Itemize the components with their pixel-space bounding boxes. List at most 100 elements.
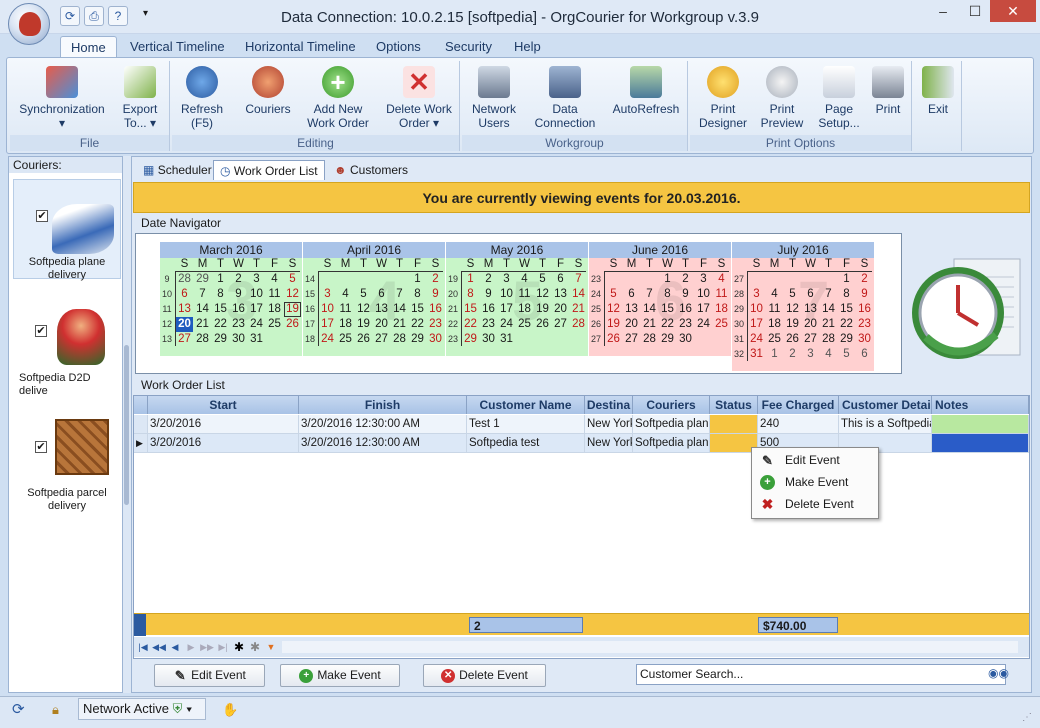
calendar-day[interactable]: 3 <box>748 287 765 302</box>
calendar-day[interactable]: 29 <box>462 332 479 347</box>
exit-button[interactable]: Exit <box>918 61 958 116</box>
calendar-day[interactable]: 20 <box>176 317 193 332</box>
calendar-day[interactable]: 26 <box>784 332 801 347</box>
hand-icon[interactable]: ✋ <box>222 700 238 720</box>
calendar-day[interactable]: 22 <box>462 317 479 332</box>
make-event-button[interactable]: + Make Event <box>280 664 400 687</box>
calendar-day[interactable]: 25 <box>516 317 533 332</box>
courier-checkbox[interactable]: ✔ <box>35 325 47 337</box>
calendar-day[interactable]: 2 <box>230 272 247 287</box>
calendar-day[interactable]: 2 <box>480 272 497 287</box>
page-setup-button[interactable]: Page Setup... <box>812 61 866 130</box>
calendar-day[interactable]: 21 <box>820 317 837 332</box>
edit-event-button[interactable]: ✎ Edit Event <box>154 664 265 687</box>
table-cell[interactable]: Test 1 <box>467 415 585 434</box>
tab-help[interactable]: Help <box>504 36 551 58</box>
calendar-day[interactable]: 15 <box>462 302 479 317</box>
table-cell[interactable]: 3/20/2016 <box>148 415 299 434</box>
last-record-icon[interactable]: ▶| <box>216 640 230 654</box>
lock-icon[interactable]: 🔒︎ <box>52 700 59 720</box>
calendar-day[interactable]: 14 <box>194 302 211 317</box>
calendar-day[interactable]: 24 <box>248 317 265 332</box>
table-cell[interactable]: Softpedia plane <box>633 434 710 453</box>
refresh-button[interactable]: Refresh (F5) <box>176 61 228 130</box>
calendar-day[interactable]: 29 <box>212 332 229 347</box>
maximize-button[interactable]: ☐ <box>958 0 992 22</box>
calendar-day[interactable]: 8 <box>462 287 479 302</box>
calendar-day[interactable]: 12 <box>284 287 301 302</box>
table-cell[interactable]: 3/20/2016 <box>148 434 299 453</box>
tab-home[interactable]: Home <box>60 36 117 58</box>
calendar-day[interactable]: 2 <box>856 272 873 287</box>
calendar-day[interactable]: 15 <box>212 302 229 317</box>
calendar-day[interactable]: 19 <box>605 317 622 332</box>
table-cell[interactable]: This is a Softpedia <box>839 415 932 434</box>
calendar-day[interactable]: 7 <box>194 287 211 302</box>
tab-vertical-timeline[interactable]: Vertical Timeline <box>120 36 235 58</box>
calendar-day[interactable]: 5 <box>784 287 801 302</box>
calendar-day[interactable]: 23 <box>230 317 247 332</box>
calendar-day[interactable]: 27 <box>373 332 390 347</box>
calendar-day[interactable]: 13 <box>373 302 390 317</box>
calendar-day[interactable]: 16 <box>856 302 873 317</box>
calendar-day[interactable]: 10 <box>248 287 265 302</box>
tab-customers[interactable]: ☻ Customers <box>328 160 414 180</box>
calendar-day[interactable]: 27 <box>802 332 819 347</box>
calendar-day[interactable]: 26 <box>605 332 622 347</box>
courier-item[interactable]: ✔ Softpedia plane delivery <box>13 179 121 281</box>
calendar-day[interactable]: 25 <box>266 317 283 332</box>
calendar-day[interactable]: 4 <box>713 272 730 287</box>
first-record-icon[interactable]: |◀ <box>136 640 150 654</box>
calendar-day[interactable]: 31 <box>498 332 515 347</box>
calendar-day[interactable]: 20 <box>802 317 819 332</box>
insert-record-icon[interactable]: ✱ <box>232 640 246 654</box>
calendar-day[interactable]: 10 <box>748 302 765 317</box>
calendar-day[interactable]: 9 <box>230 287 247 302</box>
calendar-day[interactable]: 2 <box>677 272 694 287</box>
calendar-day[interactable]: 8 <box>659 287 676 302</box>
calendar-day[interactable]: 14 <box>391 302 408 317</box>
app-menu-button[interactable] <box>8 3 50 45</box>
calendar-day[interactable]: 30 <box>677 332 694 347</box>
calendar-day[interactable]: 21 <box>641 317 658 332</box>
calendar-day[interactable]: 28 <box>176 272 193 287</box>
calendar-day[interactable]: 6 <box>552 272 569 287</box>
calendar-day[interactable]: 19 <box>355 317 372 332</box>
delete-event-button[interactable]: ✕ Delete Event <box>423 664 546 687</box>
calendar-day[interactable]: 4 <box>337 287 354 302</box>
table-cell[interactable] <box>932 434 1029 453</box>
delete-work-order-button[interactable]: ✕ Delete Work Order ▾ <box>382 61 456 130</box>
calendar-day[interactable]: 16 <box>230 302 247 317</box>
table-cell[interactable]: Softpedia plane <box>633 415 710 434</box>
calendar-day[interactable]: 18 <box>266 302 283 317</box>
calendar-day[interactable]: 26 <box>284 317 301 332</box>
calendar-day[interactable]: 15 <box>659 302 676 317</box>
delete-record-icon[interactable]: ✱ <box>248 640 262 654</box>
calendar-day[interactable]: 4 <box>266 272 283 287</box>
table-cell[interactable]: 3/20/2016 12:30:00 AM <box>299 434 467 453</box>
calendar-day[interactable]: 23 <box>427 317 444 332</box>
column-header[interactable]: Customer Name <box>467 396 585 414</box>
couriers-button[interactable]: Couriers <box>240 61 296 116</box>
calendar-day[interactable]: 13 <box>802 302 819 317</box>
calendar-day[interactable]: 3 <box>802 347 819 362</box>
calendar-day[interactable]: 10 <box>319 302 336 317</box>
calendar-day[interactable]: 24 <box>695 317 712 332</box>
print-designer-button[interactable]: Print Designer <box>694 61 752 130</box>
calendar-day[interactable]: 18 <box>766 317 783 332</box>
calendar-day[interactable]: 22 <box>409 317 426 332</box>
calendar-day[interactable]: 28 <box>391 332 408 347</box>
calendar-day[interactable]: 1 <box>212 272 229 287</box>
table-cell[interactable]: New York <box>585 434 633 453</box>
column-header[interactable]: Couriers <box>633 396 710 414</box>
calendar-day[interactable]: 14 <box>570 287 587 302</box>
calendar-day[interactable]: 3 <box>248 272 265 287</box>
table-cell[interactable]: 240 <box>758 415 839 434</box>
row-indicator[interactable] <box>134 415 148 434</box>
calendar-day[interactable]: 26 <box>534 317 551 332</box>
calendar-day[interactable]: 29 <box>194 272 211 287</box>
calendar-day[interactable]: 11 <box>337 302 354 317</box>
calendar-day[interactable]: 27 <box>623 332 640 347</box>
calendar-day[interactable]: 18 <box>337 317 354 332</box>
calendar-day[interactable]: 23 <box>480 317 497 332</box>
